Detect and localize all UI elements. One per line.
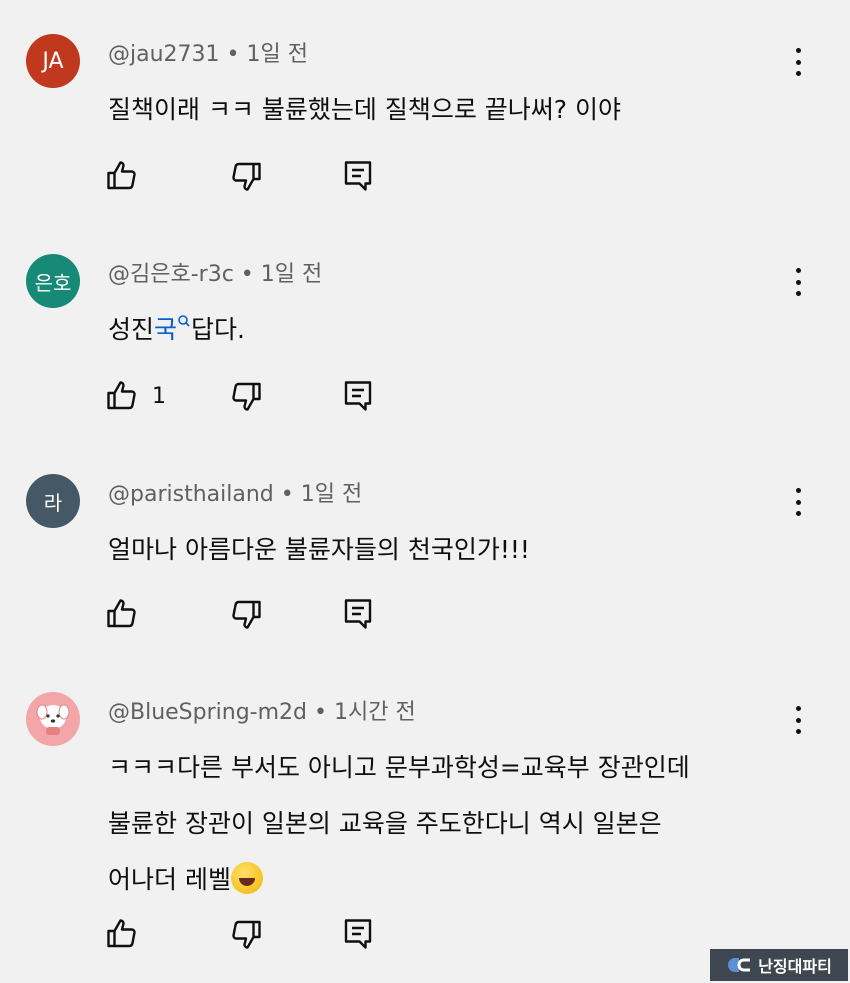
comment-meta: @BlueSpring-m2d • 1시간 전 (108, 694, 416, 726)
thumb-up-icon (104, 378, 140, 414)
avatar[interactable]: JA (26, 34, 80, 88)
avatar[interactable]: 은호 (26, 254, 80, 308)
like-button[interactable]: 1 (104, 378, 166, 414)
thumb-down-icon (228, 158, 264, 194)
text-line: 불륜한 장관이 일본의 교육을 주도한다니 역시 일본은 (108, 809, 662, 838)
comment-author[interactable]: @김은호-r3c (108, 262, 234, 287)
thumb-down-icon (228, 596, 264, 632)
thumb-down-icon (228, 916, 264, 952)
comment-text: 얼마나 아름다운 불륜자들의 천국인가!!! (108, 535, 530, 564)
reply-icon (340, 158, 376, 194)
comment-time[interactable]: 1시간 전 (334, 700, 416, 725)
meta-separator: • (226, 42, 240, 67)
comment-meta: @paristhailand • 1일 전 (108, 476, 362, 508)
comment-time[interactable]: 1일 전 (261, 262, 322, 287)
thumb-up-icon (104, 596, 140, 632)
comment-actions (104, 916, 404, 956)
text-line: 어나더 레벨 (108, 852, 808, 908)
dislike-button[interactable] (228, 596, 264, 632)
avatar-initials: 은호 (34, 270, 72, 295)
watermark: 난징대파티 (710, 949, 848, 981)
dislike-button[interactable] (228, 378, 264, 414)
reply-button[interactable] (340, 596, 376, 632)
text-segment: 성진 (108, 315, 155, 344)
comment-meta: @jau2731 • 1일 전 (108, 36, 308, 68)
reply-button[interactable] (340, 158, 376, 194)
comment-time[interactable]: 1일 전 (247, 42, 308, 67)
comment-author[interactable]: @paristhailand (108, 482, 274, 507)
dc-logo-icon (728, 958, 751, 972)
meta-separator: • (280, 482, 294, 507)
dislike-button[interactable] (228, 916, 264, 952)
avatar[interactable]: 라 (26, 474, 80, 528)
comment-actions (104, 596, 404, 636)
thumb-up-icon (104, 158, 140, 194)
comment-author[interactable]: @jau2731 (108, 42, 220, 67)
comment: 은호 @김은호-r3c • 1일 전 성진국 답다. 1 (0, 254, 850, 424)
like-button[interactable] (104, 916, 140, 952)
like-button[interactable] (104, 596, 140, 632)
comment: JA @jau2731 • 1일 전 질책이래 ㅋㅋ 불륜했는데 질책으로 끝나… (0, 34, 850, 204)
comment-actions (104, 158, 404, 198)
reply-button[interactable] (340, 916, 376, 952)
avatar-initials: JA (42, 48, 64, 74)
comment-author[interactable]: @BlueSpring-m2d (108, 700, 307, 725)
comment: @BlueSpring-m2d • 1시간 전 ㅋㅋㅋ다른 부서도 아니고 문부… (0, 692, 850, 972)
like-button[interactable] (104, 158, 140, 194)
text-segment: 어나더 레벨 (108, 865, 231, 894)
like-count: 1 (152, 383, 166, 409)
comment-actions: 1 (104, 378, 404, 418)
more-options-icon[interactable] (784, 484, 812, 520)
comment: 라 @paristhailand • 1일 전 얼마나 아름다운 불륜자들의 천… (0, 474, 850, 644)
comment-text: 성진국 답다. (108, 302, 808, 358)
search-icon[interactable] (177, 314, 191, 328)
more-options-icon[interactable] (784, 702, 812, 738)
reply-icon (340, 378, 376, 414)
avatar-initials: 라 (43, 490, 63, 515)
reply-button[interactable] (340, 378, 376, 414)
comment-text: ㅋㅋㅋ다른 부서도 아니고 문부과학성=교육부 장관인데 불륜한 장관이 일본의… (108, 740, 808, 908)
dislike-button[interactable] (228, 158, 264, 194)
avatar[interactable] (26, 692, 80, 746)
more-options-icon[interactable] (784, 44, 812, 80)
thumb-down-icon (228, 378, 264, 414)
puppy-avatar-icon (36, 704, 70, 735)
meta-separator: • (314, 700, 327, 725)
thumb-up-icon (104, 916, 140, 952)
meta-separator: • (240, 262, 254, 287)
laughing-emoji-icon (230, 862, 263, 894)
comment-meta: @김은호-r3c • 1일 전 (108, 256, 322, 288)
text-line: ㅋㅋㅋ다른 부서도 아니고 문부과학성=교육부 장관인데 (108, 753, 690, 782)
reply-icon (340, 596, 376, 632)
comment-time[interactable]: 1일 전 (301, 482, 362, 507)
search-link[interactable]: 국 (154, 315, 177, 344)
text-segment: 답다. (191, 315, 245, 344)
reply-icon (340, 916, 376, 952)
comment-text: 질책이래 ㅋㅋ 불륜했는데 질책으로 끝나써? 이야 (108, 95, 622, 124)
watermark-text: 난징대파티 (758, 957, 832, 976)
more-options-icon[interactable] (784, 264, 812, 300)
